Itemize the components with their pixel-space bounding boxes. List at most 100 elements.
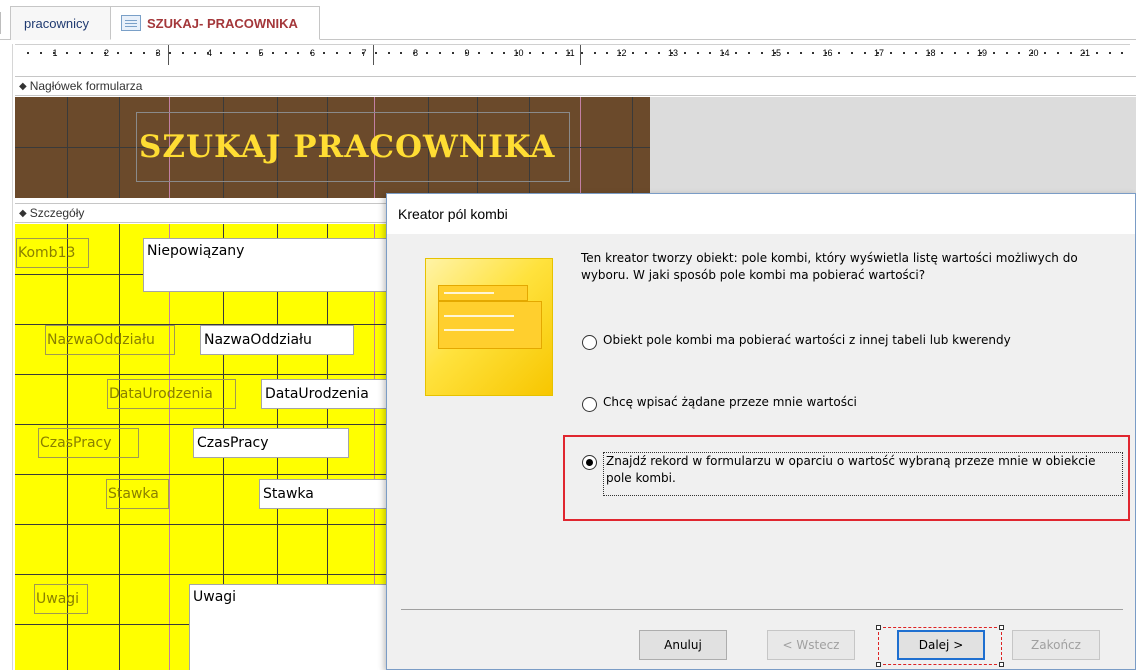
back-button[interactable]: < Wstecz	[767, 630, 855, 660]
ruler-tick	[735, 52, 738, 54]
uwagi-field[interactable]: Uwagi	[189, 584, 387, 670]
ruler-tick	[27, 52, 29, 54]
ruler-marker	[168, 45, 169, 65]
next-button[interactable]: Dalej >	[897, 630, 985, 660]
ruler-tick	[619, 52, 622, 54]
tab-pracownicy-label: pracownicy	[24, 16, 90, 31]
data-urodzenia-field[interactable]: DataUrodzenia	[261, 379, 387, 409]
nazwa-oddzialu-label[interactable]: NazwaOddziału	[45, 325, 175, 355]
vertical-ruler	[0, 44, 13, 670]
ruler-tick	[851, 52, 853, 54]
radio-from-table[interactable]	[582, 335, 597, 350]
ruler-tick	[155, 52, 158, 54]
ruler-tick	[657, 52, 660, 54]
header-empty-area	[650, 97, 1136, 198]
ruler-number: 12	[616, 48, 627, 58]
option-find-record[interactable]: Znajdź rekord w formularzu w oparciu o w…	[582, 452, 1123, 496]
dialog-divider	[401, 609, 1123, 610]
option-type-values[interactable]: Chcę wpisać żądane przeze mnie wartości	[582, 394, 857, 412]
ruler-tick	[992, 52, 995, 54]
ruler-tick	[439, 52, 441, 54]
ruler-tick	[361, 52, 364, 54]
ruler-tick	[413, 52, 416, 54]
grid-line	[15, 474, 387, 475]
ruler-tick	[181, 52, 184, 54]
ruler-tick	[477, 52, 480, 54]
data-urodzenia-label[interactable]: DataUrodzenia	[107, 379, 236, 409]
ruler-tick	[979, 52, 982, 54]
ruler-tick	[336, 52, 338, 54]
dialog-titlebar[interactable]: Kreator pól kombi	[387, 194, 1135, 234]
combo-label[interactable]: Komb13	[16, 238, 89, 268]
combo-control[interactable]: Niepowiązany	[143, 238, 387, 292]
ruler-tick	[1031, 52, 1034, 54]
stawka-label[interactable]: Stawka	[106, 479, 169, 509]
resize-handle	[876, 625, 881, 630]
ruler-tick	[954, 52, 956, 54]
ruler-number: 21	[1079, 48, 1091, 58]
czas-pracy-field[interactable]: CzasPracy	[193, 428, 349, 458]
uwagi-label[interactable]: Uwagi	[34, 584, 88, 614]
ruler-tick	[194, 52, 197, 54]
ruler-number: 19	[976, 48, 988, 58]
ruler-tick	[632, 52, 635, 54]
ruler-number: 18	[925, 48, 936, 58]
wizard-description: Ten kreator tworzy obiekt: pole kombi, k…	[581, 251, 1078, 282]
ruler-number: 14	[719, 48, 730, 58]
tab-szukaj-pracownika[interactable]: SZUKAJ- PRACOWNIKA	[110, 6, 320, 40]
ruler-tick	[542, 52, 544, 54]
ruler-tick	[1044, 52, 1047, 54]
grid-line	[15, 574, 387, 575]
czas-pracy-label[interactable]: CzasPracy	[38, 428, 139, 458]
illustration-line	[444, 292, 494, 294]
option-type-values-label: Chcę wpisać żądane przeze mnie wartości	[603, 395, 857, 409]
ruler-tick	[773, 52, 776, 54]
detail-section-bar[interactable]: ◆ Szczegóły	[15, 203, 387, 223]
ruler-tick	[1082, 52, 1085, 54]
form-header-section-bar[interactable]: ◆ Nagłówek formularza	[15, 76, 1136, 96]
stawka-field[interactable]: Stawka	[259, 479, 387, 509]
ruler-tick	[39, 52, 42, 54]
combo-wizard-dialog: Kreator pól kombi Ten kreator tworzy obi…	[386, 193, 1136, 670]
ruler-tick	[529, 52, 532, 54]
nazwa-oddzialu-field[interactable]: NazwaOddziału	[200, 325, 354, 355]
radio-find-record[interactable]	[582, 455, 597, 470]
ruler-tick	[799, 52, 802, 54]
ruler-number: 20	[1028, 48, 1039, 58]
tab-pracownicy[interactable]: pracownicy	[10, 6, 114, 40]
tab-szukaj-pracownika-label: SZUKAJ- PRACOWNIKA	[147, 15, 298, 31]
ruler-tick	[220, 52, 223, 54]
ruler-tick	[387, 52, 390, 54]
ruler-tick	[593, 52, 596, 54]
ruler-tick	[786, 52, 789, 54]
ruler-tick	[863, 52, 866, 54]
form-header-area[interactable]: SZUKAJ PRACOWNIKA	[15, 97, 650, 198]
ruler-tick	[297, 52, 300, 54]
ruler-tick	[670, 52, 673, 54]
ruler-tick	[78, 52, 81, 54]
finish-button[interactable]: Zakończ	[1012, 630, 1100, 660]
radio-type-values[interactable]	[582, 397, 597, 412]
ruler-number: 16	[822, 48, 833, 58]
detail-section-label: Szczegóły	[29, 206, 85, 220]
option-from-table[interactable]: Obiekt pole kombi ma pobierać wartości z…	[582, 332, 1011, 350]
form-detail-area[interactable]: Komb13 Niepowiązany NazwaOddziału NazwaO…	[15, 224, 387, 670]
ruler-number: 10	[513, 48, 524, 58]
form-header-section-label: Nagłówek formularza	[29, 79, 143, 93]
ruler-tick	[245, 52, 248, 54]
ruler-tick	[104, 52, 107, 54]
ruler-tick	[516, 52, 519, 54]
cancel-button[interactable]: Anuluj	[639, 630, 727, 660]
option-from-table-label: Obiekt pole kombi ma pobierać wartości z…	[603, 333, 1011, 347]
ruler-tick	[1108, 52, 1111, 54]
ruler-tick	[889, 52, 892, 54]
ruler-tick	[567, 52, 570, 54]
illustration-line	[444, 329, 514, 331]
tab-strip-edge	[0, 12, 10, 34]
ruler-tick	[941, 52, 944, 54]
ruler-tick	[490, 52, 493, 54]
ruler-tick	[503, 52, 506, 54]
form-title-label[interactable]: SZUKAJ PRACOWNIKA	[136, 112, 570, 182]
ruler-tick	[1005, 52, 1008, 54]
ruler-tick	[812, 52, 815, 54]
